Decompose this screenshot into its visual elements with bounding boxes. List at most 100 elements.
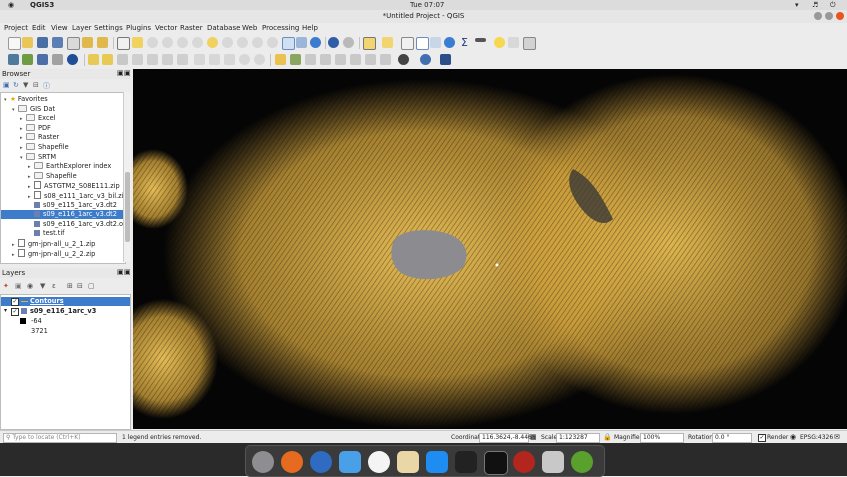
temporal-controller-icon[interactable] bbox=[296, 37, 307, 48]
browser-item[interactable]: s09_e116_1arc_v3.dt2 bbox=[1, 210, 123, 220]
browser-item[interactable]: ▾ SRTM bbox=[1, 152, 123, 162]
save-edits-icon[interactable] bbox=[117, 54, 128, 65]
new-project-icon[interactable] bbox=[8, 37, 21, 50]
menu-vector[interactable]: Vector bbox=[155, 24, 177, 32]
attribute-table-icon[interactable] bbox=[416, 37, 429, 50]
preview-icon[interactable] bbox=[397, 451, 419, 473]
zoom-rubberband-icon[interactable] bbox=[177, 37, 188, 48]
data-source-manager-icon[interactable] bbox=[8, 54, 19, 65]
redo-icon[interactable] bbox=[254, 54, 265, 65]
browser-item[interactable]: ▸ Shapefile bbox=[1, 171, 123, 181]
menu-plugins[interactable]: Plugins bbox=[126, 24, 151, 32]
collapse-all-icon[interactable]: ⊟ bbox=[77, 282, 83, 290]
save-project-icon[interactable] bbox=[37, 37, 48, 48]
panel-close-icon[interactable]: ▣ bbox=[124, 268, 131, 276]
delete-icon[interactable] bbox=[177, 54, 188, 65]
wifi-icon[interactable]: ▾ bbox=[795, 1, 799, 9]
select-features-icon[interactable] bbox=[363, 37, 376, 50]
save-as-icon[interactable] bbox=[52, 37, 63, 48]
field-calculator-icon[interactable] bbox=[430, 37, 441, 48]
processing-toolbox-icon[interactable] bbox=[444, 37, 455, 48]
menu-settings[interactable]: Settings bbox=[94, 24, 123, 32]
filter-icon[interactable]: ▼ bbox=[23, 81, 28, 89]
style-panel-icon[interactable]: ✦ bbox=[3, 282, 9, 290]
properties-icon[interactable]: ⓘ bbox=[43, 81, 50, 91]
menu-layer[interactable]: Layer bbox=[72, 24, 92, 32]
menu-help[interactable]: Help bbox=[302, 24, 318, 32]
zoom-out-icon[interactable] bbox=[162, 37, 173, 48]
undo-icon[interactable] bbox=[239, 54, 250, 65]
browser-item[interactable]: ▾ ★ Favorites bbox=[1, 95, 123, 104]
appstore-icon[interactable] bbox=[426, 451, 448, 473]
browser-item[interactable]: test.tif bbox=[1, 229, 123, 238]
add-feature-icon[interactable] bbox=[162, 54, 173, 65]
photo-booth-icon[interactable] bbox=[513, 451, 535, 473]
zoom-to-layer-icon[interactable] bbox=[222, 37, 233, 48]
remove-layer-icon[interactable]: ▢ bbox=[88, 282, 95, 290]
scrollbar-thumb[interactable] bbox=[125, 172, 130, 242]
layer-visibility-checkbox[interactable]: ✓ bbox=[11, 298, 19, 306]
browser-item[interactable]: ▸ s08_e111_1arc_v3_bil.zip bbox=[1, 191, 128, 200]
label-show-hide-icon[interactable] bbox=[365, 54, 376, 65]
add-wms-layer-icon[interactable] bbox=[67, 54, 78, 65]
label-change-icon[interactable] bbox=[350, 54, 361, 65]
refresh-icon[interactable]: ↻ bbox=[13, 81, 19, 89]
menu-raster[interactable]: Raster bbox=[180, 24, 203, 32]
messages-icon[interactable]: ✉ bbox=[834, 433, 840, 441]
lock-scale-icon[interactable]: 🔒 bbox=[603, 433, 612, 441]
add-vector-layer-icon[interactable] bbox=[22, 54, 33, 65]
add-csv-layer-icon[interactable] bbox=[52, 54, 63, 65]
browser-item[interactable]: s09_e116_1arc_v3.dt2.ovr bbox=[1, 220, 130, 229]
paste-icon[interactable] bbox=[224, 54, 235, 65]
layer-name-raster[interactable]: s09_e116_1arc_v3 bbox=[30, 307, 96, 315]
locator-search-input[interactable]: ⚲ Type to locate (Ctrl+K) bbox=[3, 433, 117, 443]
expand-all-icon[interactable]: ⊞ bbox=[67, 282, 73, 290]
label-move-icon[interactable] bbox=[320, 54, 331, 65]
label-tool-icon[interactable] bbox=[275, 54, 286, 65]
current-edits-icon[interactable] bbox=[88, 54, 99, 65]
panel-close-icon[interactable]: ▣ bbox=[124, 69, 131, 77]
zoom-native-icon[interactable] bbox=[237, 37, 248, 48]
finder-icon[interactable] bbox=[339, 451, 361, 473]
browser-item[interactable]: ▸ gm-jpn-all_u_2_2.zip bbox=[1, 248, 123, 258]
text-annotation-icon[interactable] bbox=[523, 37, 536, 50]
filter-expression-icon[interactable]: ε bbox=[52, 282, 56, 290]
apple-icon[interactable]: ◉ bbox=[8, 1, 14, 9]
digitize-icon[interactable] bbox=[132, 54, 143, 65]
browser-item[interactable]: ▸ Excel bbox=[1, 114, 123, 123]
menu-processing[interactable]: Processing bbox=[262, 24, 299, 32]
app-name[interactable]: QGIS3 bbox=[30, 1, 54, 9]
vertex-tool-icon[interactable] bbox=[147, 54, 158, 65]
qgis-icon[interactable] bbox=[571, 451, 593, 473]
browser-item[interactable]: ▾ GIS Dat bbox=[1, 104, 123, 114]
clock[interactable]: Tue 07:07 bbox=[410, 1, 444, 9]
browser-item[interactable]: s09_e115_1arc_v3.dt2 bbox=[1, 201, 123, 210]
map-canvas[interactable] bbox=[133, 69, 847, 429]
menu-database[interactable]: Database bbox=[207, 24, 240, 32]
add-selected-layers-icon[interactable]: ▣ bbox=[3, 81, 10, 89]
menu-edit[interactable]: Edit bbox=[32, 24, 46, 32]
new-print-layout-icon[interactable] bbox=[67, 37, 80, 50]
rotation-spinbox[interactable]: 0.0 ° bbox=[712, 433, 752, 443]
label-properties-icon[interactable] bbox=[380, 54, 391, 65]
zoom-last-icon[interactable] bbox=[252, 37, 263, 48]
style-manager-icon[interactable] bbox=[97, 37, 108, 48]
browser-item[interactable]: ▸ PDF bbox=[1, 123, 123, 133]
dice-icon[interactable] bbox=[455, 451, 477, 473]
visibility-icon[interactable]: ◉ bbox=[27, 282, 33, 290]
zoom-in-icon[interactable] bbox=[147, 37, 158, 48]
action-icon[interactable] bbox=[343, 37, 354, 48]
add-raster-layer-icon[interactable] bbox=[37, 54, 48, 65]
volume-icon[interactable]: ♬ bbox=[812, 1, 818, 9]
label-highlight-icon[interactable] bbox=[305, 54, 316, 65]
menu-view[interactable]: View bbox=[51, 24, 68, 32]
firefox-icon[interactable] bbox=[281, 451, 303, 473]
itunes-icon[interactable] bbox=[368, 451, 390, 473]
magnifier-spinbox[interactable]: 100% bbox=[640, 433, 684, 443]
zoom-to-selection-icon[interactable] bbox=[207, 37, 218, 48]
collapse-all-icon[interactable]: ⊟ bbox=[33, 81, 39, 89]
layer-row-raster[interactable]: ▾ ✓ s09_e116_1arc_v3 bbox=[1, 307, 130, 316]
layer-row-contours[interactable]: ✓ Contours bbox=[1, 297, 130, 306]
browser-scrollbar[interactable] bbox=[123, 92, 131, 262]
toggle-editing-icon[interactable] bbox=[102, 54, 113, 65]
